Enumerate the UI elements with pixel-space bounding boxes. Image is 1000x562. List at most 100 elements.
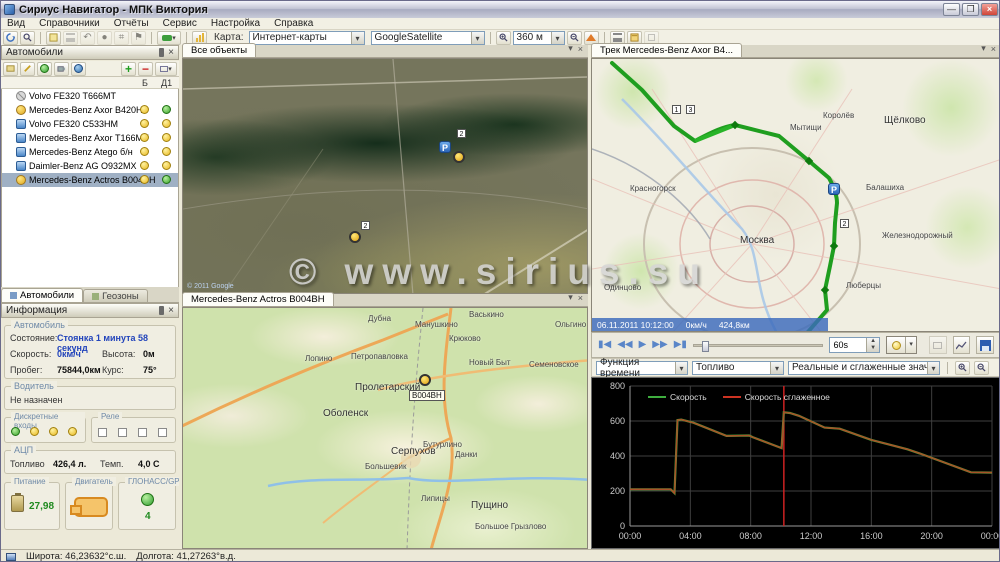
zoom-in-button[interactable] [496,31,511,45]
map-marker-2b[interactable]: 2 [361,221,370,230]
track-parking-marker[interactable]: P [828,183,840,195]
refresh-button[interactable] [3,31,18,45]
chevron-down-icon[interactable]: ▾ [551,32,564,44]
chevron-down-icon[interactable]: ▾ [905,337,916,353]
maximize-button[interactable]: ❐ [962,3,979,16]
chevron-down-icon[interactable]: ▾ [351,32,364,44]
region-map[interactable]: Дубна Манушкино Васькино Крюково Новый Б… [182,307,588,549]
play-button[interactable]: ▶ [639,340,647,350]
vehicle-row[interactable]: Volvo FE320 Т666МТ [2,89,178,103]
track-marker-3[interactable]: 3 [686,105,695,114]
track-marker-2[interactable]: 2 [840,219,849,228]
chart-zoom-in-button[interactable] [955,361,970,375]
pin-icon[interactable] [159,306,164,315]
chevron-down-icon[interactable]: ▾ [568,43,573,54]
vehicle-row[interactable]: Mercedes-Benz Axor Т166МТ [2,131,178,145]
track-status-overlay: 06.11.2011 10:12:00 0км/ч 424,8км [592,318,828,331]
skip-end-button[interactable]: ▶▮ [674,340,687,350]
chevron-down-icon[interactable]: ▾ [675,362,687,374]
vehicle-row[interactable]: Volvo FE320 С533НМ [2,117,178,131]
save-button[interactable] [976,336,994,354]
tab-vehicles[interactable]: Автомобили [1,288,83,302]
interval-spinner[interactable]: 60s ▲▼ [829,337,880,353]
remove-vehicle-button[interactable]: − [138,62,153,76]
column-header-d1[interactable]: Д1 [161,78,172,88]
highlight-dropdown[interactable]: ▾ [886,336,917,354]
menu-directories[interactable]: Справочники [39,18,100,29]
view-mode-dropdown[interactable]: ▾ [155,62,177,76]
chart-zoom-out-button[interactable] [974,361,989,375]
window-button[interactable] [929,336,947,354]
track-map[interactable]: Красногорск Москва Мытищи Королёв Щёлков… [591,58,1000,332]
skip-start-button[interactable]: ▮◀ [598,340,611,350]
map-type-combobox[interactable]: Интернет-карты▾ [249,31,365,45]
relay-checkbox-2[interactable] [118,428,127,437]
edit-vehicle-button[interactable] [20,62,35,76]
group-button[interactable] [3,62,18,76]
globe-green-button[interactable] [37,62,52,76]
minimize-button[interactable]: — [943,3,960,16]
search-button[interactable] [20,31,35,45]
close-icon[interactable]: × [168,306,174,315]
zoom-scale-combobox[interactable]: 360 м▾ [513,31,565,45]
close-icon[interactable]: × [991,44,996,54]
vehicle-row[interactable]: Mercedes-Benz Atego б/н [2,145,178,159]
link-button[interactable]: ⌗ [114,31,129,45]
vehicle-row-selected[interactable]: Mercedes-Benz Actros В004ВН [2,173,178,187]
chart-param-combobox[interactable]: Топливо▾ [692,361,784,375]
column-header-b[interactable]: Б [142,78,148,88]
vehicle-marker[interactable] [453,151,465,163]
menu-view[interactable]: Вид [7,18,25,29]
chevron-down-icon[interactable]: ▾ [927,362,939,374]
title-bar: Сириус Навигатор - МПК Виктория — ❐ × [1,1,1000,18]
tab-geozones[interactable]: Геозоны [83,289,148,302]
edit-button[interactable] [46,31,61,45]
vehicle-row[interactable]: Mercedes-Benz Axor В420НВ [2,103,178,117]
close-button[interactable]: × [981,3,998,16]
track-marker-1[interactable]: 1 [672,105,681,114]
close-icon[interactable]: × [578,293,583,303]
menu-help[interactable]: Справка [274,18,313,29]
camera-button[interactable] [54,62,69,76]
vehicle-row[interactable]: Daimler-Benz AG О932МХ [2,159,178,173]
tab-vehicle-map[interactable]: Mercedes-Benz Actros В004ВН [182,292,334,306]
globe-blue-button[interactable] [71,62,86,76]
pin-icon[interactable] [159,48,164,57]
satellite-map[interactable]: 2 P 2 © 2011 Google [182,58,588,294]
tab-all-objects[interactable]: Все объекты [182,43,256,57]
menu-service[interactable]: Сервис [163,18,197,29]
vehicle-menu-button[interactable]: ▾ [157,31,181,45]
fuel-speed-chart[interactable]: Скорость Скорость сглаженное 02004006008… [591,377,1000,549]
grid-button[interactable] [63,31,78,45]
undo-button[interactable]: ↶ [80,31,95,45]
chevron-down-icon[interactable]: ▾ [471,32,484,44]
chevron-down-icon[interactable]: ▾ [770,362,783,374]
relay-checkbox-3[interactable] [138,428,147,437]
relay-checkbox-4[interactable] [158,428,167,437]
vehicle-marker[interactable] [349,231,361,243]
close-icon[interactable]: × [578,44,583,54]
map-provider-combobox[interactable]: GoogleSatellite▾ [371,31,485,45]
relay-checkbox-1[interactable] [98,428,107,437]
fast-forward-button[interactable]: ▶▶ [652,340,667,350]
menu-settings[interactable]: Настройка [211,18,260,29]
chevron-down-icon[interactable]: ▾ [981,43,986,54]
parking-marker[interactable]: P [439,141,451,153]
chart-mode-combobox[interactable]: Функция времени▾ [596,361,688,375]
slider-thumb[interactable] [702,341,709,352]
chevron-down-icon[interactable]: ▾ [568,292,573,303]
spinner-arrows[interactable]: ▲▼ [866,338,879,352]
add-vehicle-button[interactable]: + [121,62,136,76]
tab-track[interactable]: Трек Mercedes-Benz Axor B4... [591,43,742,57]
menu-reports[interactable]: Отчёты [114,18,149,29]
stop-button[interactable]: ● [97,31,112,45]
close-icon[interactable]: × [168,48,174,57]
rewind-button[interactable]: ◀◀ [617,340,632,350]
show-chart-button[interactable] [953,336,971,354]
playback-slider[interactable] [693,344,824,347]
chart-values-combobox[interactable]: Реальные и сглаженные значен▾ [788,361,940,375]
map-marker-2[interactable]: 2 [457,129,466,138]
tracked-vehicle-marker[interactable] [419,374,431,386]
state-label: Состояние: [10,333,57,343]
flag-button[interactable]: ⚑ [131,31,146,45]
